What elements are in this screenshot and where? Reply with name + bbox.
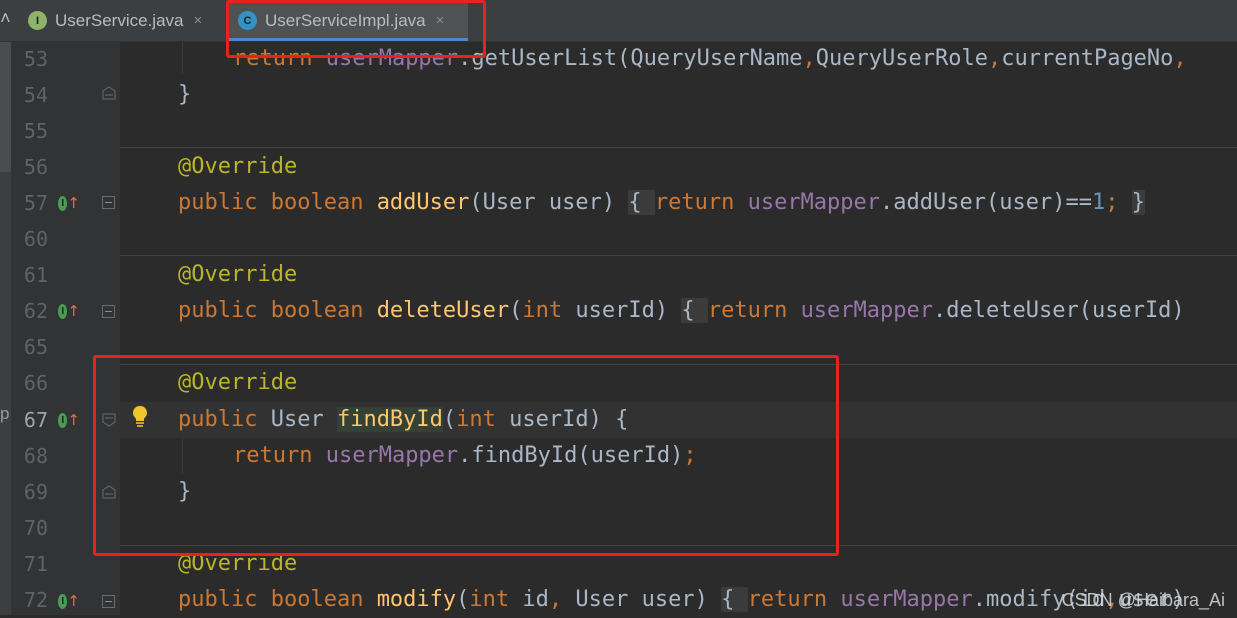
method-separator	[120, 147, 1237, 148]
tab-label: UserService.java	[55, 10, 184, 30]
line-number: 67	[23, 408, 48, 432]
fold-end-icon[interactable]	[102, 86, 116, 100]
implements-method-marker[interactable]: I ↑	[58, 192, 80, 214]
line-number: 57	[23, 191, 48, 215]
indent-guide	[182, 42, 183, 74]
arrow-up-icon: ↑	[67, 301, 80, 320]
line-number: 71	[23, 552, 48, 576]
code-line-61[interactable]: @Override	[178, 257, 297, 293]
line-number: 54	[23, 83, 48, 107]
code-line-57[interactable]: public boolean addUser(User user) { retu…	[178, 185, 1145, 221]
interface-icon: I	[58, 303, 68, 319]
line-number: 60	[23, 227, 48, 251]
implements-method-marker[interactable]: I ↑	[58, 409, 80, 431]
interface-icon: I	[58, 412, 68, 428]
code-line-62[interactable]: public boolean deleteUser(int userId) { …	[178, 293, 1185, 329]
close-icon[interactable]: ×	[194, 12, 203, 29]
method-separator	[120, 255, 1237, 256]
watermark: CSDN @Haibara_Ai	[1061, 590, 1225, 610]
line-number: 61	[23, 263, 48, 287]
line-number: 69	[23, 480, 48, 504]
tab-userservice[interactable]: I UserService.java ×	[28, 0, 224, 41]
interface-icon: I	[28, 11, 47, 30]
line-number: 70	[23, 516, 48, 540]
code-line-56[interactable]: @Override	[178, 149, 297, 185]
method-highlight-box	[93, 355, 839, 556]
collapse-icon[interactable]	[102, 595, 115, 608]
line-number: 65	[23, 335, 48, 359]
line-number: 62	[23, 299, 48, 323]
editor-tab-bar: ˄ I UserService.java × C UserServiceImpl…	[0, 0, 1237, 42]
code-line-72[interactable]: public boolean modify(int id, User user)…	[178, 582, 1185, 618]
line-number: 55	[23, 119, 48, 143]
implements-method-marker[interactable]: I ↑	[58, 300, 80, 322]
collapse-icon[interactable]	[102, 196, 115, 209]
line-number: 53	[23, 47, 48, 71]
tab-highlight-box	[226, 0, 486, 58]
arrow-up-icon: ↑	[67, 193, 80, 212]
interface-icon: I	[58, 195, 68, 211]
line-number: 68	[23, 444, 48, 468]
interface-icon: I	[58, 593, 68, 609]
arrow-up-icon: ↑	[67, 410, 80, 429]
line-number: 56	[23, 155, 48, 179]
arrow-up-icon: ↑	[67, 591, 80, 610]
tab-scroll-icon[interactable]: ˄	[0, 8, 11, 30]
code-line-54[interactable]: }	[178, 77, 191, 113]
line-number: 72	[23, 588, 48, 612]
collapse-icon[interactable]	[102, 305, 115, 318]
line-number: 66	[23, 371, 48, 395]
implements-method-marker[interactable]: I ↑	[58, 590, 80, 612]
